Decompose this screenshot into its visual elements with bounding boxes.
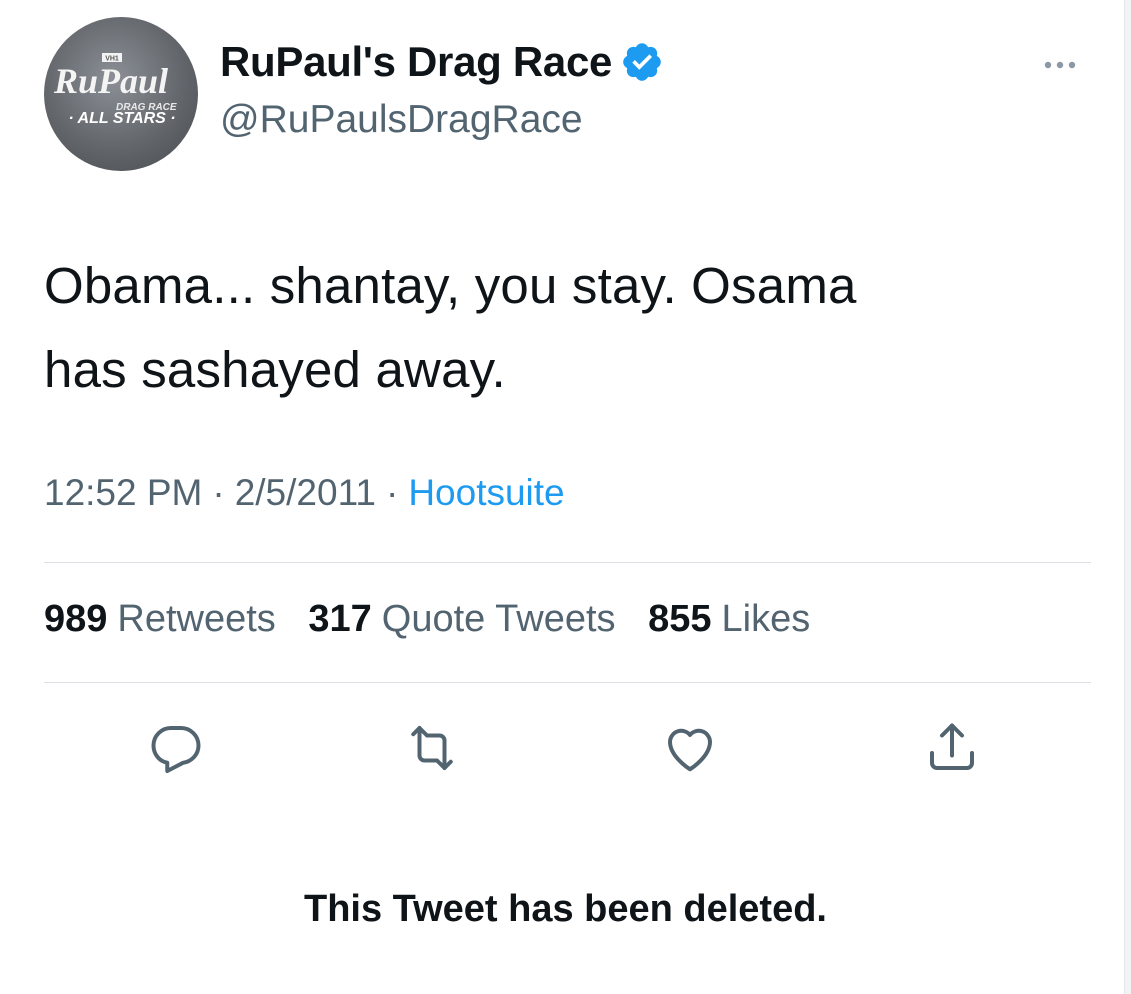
likes-count: 855 [648, 598, 712, 640]
tweet-stats: 989 Retweets 317 Quote Tweets 855 Likes [44, 598, 832, 641]
divider [44, 562, 1091, 563]
deleted-tweet-notice: This Tweet has been deleted. [304, 888, 827, 930]
share-button[interactable] [922, 718, 982, 778]
meta-separator: · [212, 472, 225, 513]
svg-text:· ALL STARS ·: · ALL STARS · [68, 110, 175, 127]
quote-tweets-label: Quote Tweets [381, 598, 616, 640]
tweet-meta: 12:52 PM · 2/5/2011 · Hootsuite [44, 472, 565, 514]
likes-stat[interactable]: 855 Likes [648, 598, 810, 640]
tweet-time[interactable]: 12:52 PM [44, 472, 202, 513]
tweet-text-line: has sashayed away. [44, 341, 506, 398]
tweet-date[interactable]: 2/5/2011 [235, 472, 376, 513]
quote-tweets-stat[interactable]: 317 Quote Tweets [308, 598, 615, 640]
tweet-text-line: Obama... shantay, you stay. Osama [44, 257, 857, 314]
retweets-stat[interactable]: 989 Retweets [44, 598, 276, 640]
rupaul-all-stars-logo: VH1 RuPaul DRAG RACE · ALL STARS · [53, 53, 177, 127]
tweet-text: Obama... shantay, you stay. Osama has sa… [44, 244, 1084, 412]
display-name-text[interactable]: RuPaul's Drag Race [220, 38, 612, 86]
like-button[interactable] [660, 718, 720, 778]
share-icon [930, 723, 974, 770]
tweet-source-link[interactable]: Hootsuite [408, 472, 564, 513]
meta-separator: · [385, 472, 399, 513]
display-name[interactable]: RuPaul's Drag Race [220, 38, 664, 86]
reply-button[interactable] [146, 718, 206, 778]
quote-tweets-count: 317 [308, 598, 372, 640]
likes-label: Likes [721, 598, 811, 640]
retweet-button[interactable] [402, 718, 462, 778]
user-handle[interactable]: @RuPaulsDragRace [220, 98, 583, 142]
window-edge [1124, 0, 1131, 994]
more-dots-icon [1044, 61, 1076, 69]
retweets-count: 989 [44, 598, 108, 640]
like-icon [668, 728, 712, 772]
more-options-button[interactable] [1030, 50, 1090, 80]
retweet-icon [411, 726, 453, 770]
svg-text:RuPaul: RuPaul [53, 61, 168, 101]
avatar[interactable]: VH1 RuPaul DRAG RACE · ALL STARS · [44, 17, 198, 171]
divider [44, 682, 1091, 683]
verified-badge-icon [620, 40, 664, 84]
reply-icon [151, 726, 201, 773]
retweets-label: Retweets [117, 598, 276, 640]
